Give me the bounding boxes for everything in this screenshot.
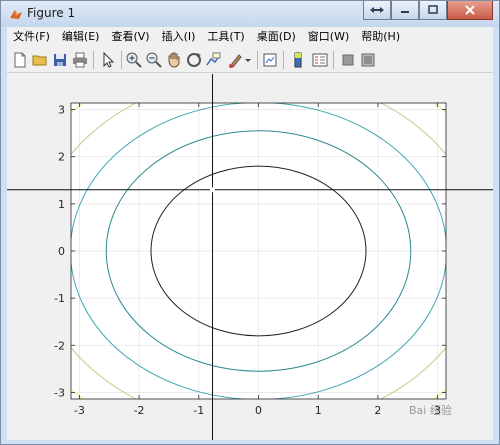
menu-view[interactable]: 查看(V): [105, 27, 155, 47]
x-tick-label: 1: [315, 404, 322, 417]
rotate-3d-icon[interactable]: [185, 51, 203, 69]
watermark: Bai 经验: [409, 403, 452, 417]
close-button[interactable]: [447, 1, 493, 20]
maximize-button[interactable]: [419, 1, 447, 20]
resize-arrows-icon: [370, 7, 384, 13]
toolbar-separator: [121, 51, 122, 69]
contour-plot[interactable]: -3 -2 -1 0 1 2 3 -3 -2 -1 0 1 2 3 Bai 经验: [7, 74, 493, 440]
title-bar[interactable]: Figure 1: [1, 1, 499, 27]
zoom-out-icon[interactable]: [145, 51, 163, 69]
pan-hand-icon[interactable]: [165, 51, 183, 69]
insert-colorbar-icon[interactable]: [289, 51, 307, 69]
menu-help[interactable]: 帮助(H): [355, 27, 406, 47]
close-icon: [465, 5, 475, 15]
maximize-icon: [428, 5, 438, 14]
toolbar-separator: [333, 51, 334, 69]
open-file-icon[interactable]: [31, 51, 49, 69]
show-plot-tools-icon[interactable]: [359, 51, 377, 69]
minimize-button[interactable]: [391, 1, 419, 20]
x-tick-label: 2: [374, 404, 381, 417]
y-tick-label: -2: [54, 339, 65, 352]
y-tick-label: 2: [58, 151, 65, 164]
hide-plot-tools-icon[interactable]: [339, 51, 357, 69]
zoom-in-icon[interactable]: [125, 51, 143, 69]
window-title: Figure 1: [27, 6, 76, 20]
data-cursor-icon[interactable]: [205, 51, 223, 69]
figure-toolbar: [7, 48, 493, 73]
crosshair-center: [210, 187, 216, 193]
new-figure-icon[interactable]: [11, 51, 29, 69]
menu-insert[interactable]: 插入(I): [156, 27, 202, 47]
x-tick-label: -3: [74, 404, 85, 417]
x-tick-labels: -3 -2 -1 0 1 2 3: [74, 404, 441, 417]
link-plot-icon[interactable]: [261, 51, 279, 69]
figure-client-area: 文件(F) 编辑(E) 查看(V) 插入(I) 工具(T) 桌面(D) 窗口(W…: [7, 27, 493, 440]
menu-edit[interactable]: 编辑(E): [56, 27, 106, 47]
y-tick-label: 1: [58, 198, 65, 211]
y-tick-label: -1: [54, 292, 65, 305]
restore-size-button[interactable]: [363, 1, 391, 20]
toolbar-separator: [93, 51, 94, 69]
print-icon[interactable]: [71, 51, 89, 69]
x-tick-label: 0: [255, 404, 262, 417]
matlab-icon: [10, 10, 22, 19]
y-tick-label: -3: [54, 386, 65, 399]
save-icon[interactable]: [51, 51, 69, 69]
toolbar-separator: [283, 51, 284, 69]
menu-tools[interactable]: 工具(T): [201, 27, 250, 47]
insert-legend-icon[interactable]: [311, 51, 329, 69]
y-tick-labels: -3 -2 -1 0 1 2 3: [54, 104, 65, 400]
menu-bar: 文件(F) 编辑(E) 查看(V) 插入(I) 工具(T) 桌面(D) 窗口(W…: [7, 27, 493, 47]
select-pointer-icon[interactable]: [99, 51, 117, 69]
y-tick-label: 0: [58, 245, 65, 258]
menu-file[interactable]: 文件(F): [7, 27, 56, 47]
menu-window[interactable]: 窗口(W): [302, 27, 355, 47]
figure-canvas: -3 -2 -1 0 1 2 3 -3 -2 -1 0 1 2 3 Bai 经验: [7, 74, 493, 440]
minimize-icon: [401, 11, 409, 13]
chevron-down-icon[interactable]: [243, 51, 253, 69]
x-tick-label: -1: [193, 404, 204, 417]
y-tick-label: 3: [58, 104, 65, 117]
x-tick-label: -2: [134, 404, 145, 417]
toolbar-separator: [257, 51, 258, 69]
figure-window: Figure 1 文件(F) 编辑(E) 查看(V) 插入(I) 工具(T) 桌…: [0, 0, 500, 445]
menu-desktop[interactable]: 桌面(D): [251, 27, 302, 47]
